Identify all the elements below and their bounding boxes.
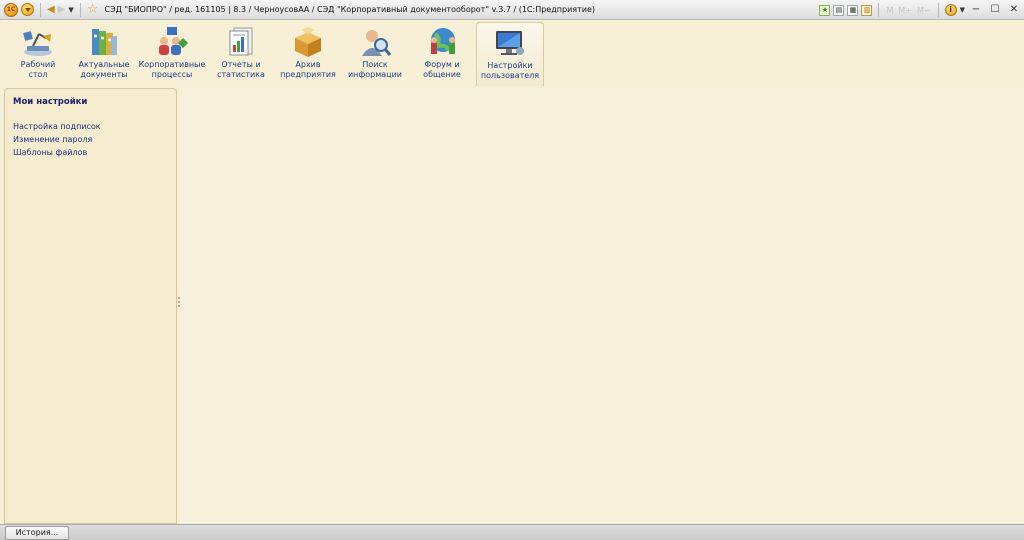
forum-globe-icon: [425, 26, 459, 58]
link-file-templates[interactable]: Шаблоны файлов: [13, 148, 87, 157]
back-arrow-icon[interactable]: ◀: [47, 3, 55, 17]
history-button[interactable]: История...: [5, 526, 69, 540]
info-dropdown-icon[interactable]: ▼: [960, 6, 965, 14]
separator: [79, 2, 81, 17]
main-menu-button[interactable]: [21, 3, 34, 16]
section-label: Актуальные документы: [78, 60, 130, 79]
info-icon[interactable]: i: [944, 4, 957, 16]
history-dropdown-icon[interactable]: ▼: [68, 6, 73, 14]
title-bar: 1C ◀ ▶ ▼ ☆ СЭД "БИОПРО" / ред. 161105 | …: [0, 0, 1024, 20]
search-person-icon: [358, 26, 392, 58]
section-label: Архив предприятия: [280, 60, 336, 79]
maximize-button[interactable]: ☐: [987, 3, 1003, 17]
section-user-settings[interactable]: Настройки пользователя: [476, 22, 544, 86]
section-label: Рабочий стол: [20, 60, 56, 79]
separator: [40, 2, 41, 17]
forward-arrow-icon[interactable]: ▶: [58, 3, 66, 17]
binders-icon: [87, 26, 121, 58]
document-icon[interactable]: ▤: [833, 4, 845, 16]
separator: [878, 3, 880, 17]
window-title: СЭД "БИОПРО" / ред. 161105 | 8.3 / Черно…: [104, 5, 595, 14]
user-settings-monitor-icon: [493, 27, 527, 59]
calendar-icon[interactable]: ▥: [861, 4, 873, 16]
memory-minus-button[interactable]: M−: [917, 6, 931, 15]
favorites-add-icon[interactable]: ★: [819, 4, 831, 16]
section-desktop[interactable]: Рабочий стол: [4, 22, 72, 86]
1c-logo-icon[interactable]: 1C: [4, 2, 18, 17]
section-actual-documents[interactable]: Актуальные документы: [70, 22, 138, 86]
table-icon[interactable]: ▦: [847, 4, 859, 16]
desktop-lamp-icon: [21, 26, 55, 58]
minimize-button[interactable]: −: [968, 3, 984, 17]
work-area: [181, 88, 1024, 524]
link-change-password[interactable]: Изменение пароля: [13, 135, 92, 144]
section-label: Форум и общение: [423, 60, 461, 79]
memory-plus-button[interactable]: M+: [898, 6, 912, 15]
people-process-icon: [155, 26, 189, 58]
section-label: Настройки пользователя: [480, 61, 540, 80]
navigation-panel: Мои настройки Настройка подписок Изменен…: [4, 88, 177, 524]
reports-icon: [224, 26, 258, 58]
section-label: Отчеты и статистика: [217, 60, 265, 79]
section-forum[interactable]: Форум и общение: [408, 22, 476, 86]
favorites-star-icon[interactable]: ☆: [87, 2, 99, 17]
section-label: Корпоративные процессы: [138, 60, 206, 79]
archive-box-icon: [291, 26, 325, 58]
section-reports[interactable]: Отчеты и статистика: [207, 22, 275, 86]
section-archive[interactable]: Архив предприятия: [274, 22, 342, 86]
status-bar: История...: [0, 524, 1024, 540]
link-subscriptions-settings[interactable]: Настройка подписок: [13, 122, 101, 131]
section-corporate-processes[interactable]: Корпоративные процессы: [138, 22, 206, 86]
section-search[interactable]: Поиск информации: [341, 22, 409, 86]
sections-panel: Рабочий стол Актуальные документы Корпор…: [0, 20, 1024, 88]
panel-title: Мои настройки: [13, 97, 88, 107]
close-button[interactable]: ✕: [1006, 3, 1022, 17]
separator: [937, 3, 939, 17]
section-label: Поиск информации: [347, 60, 403, 79]
memory-button[interactable]: M: [886, 6, 893, 15]
